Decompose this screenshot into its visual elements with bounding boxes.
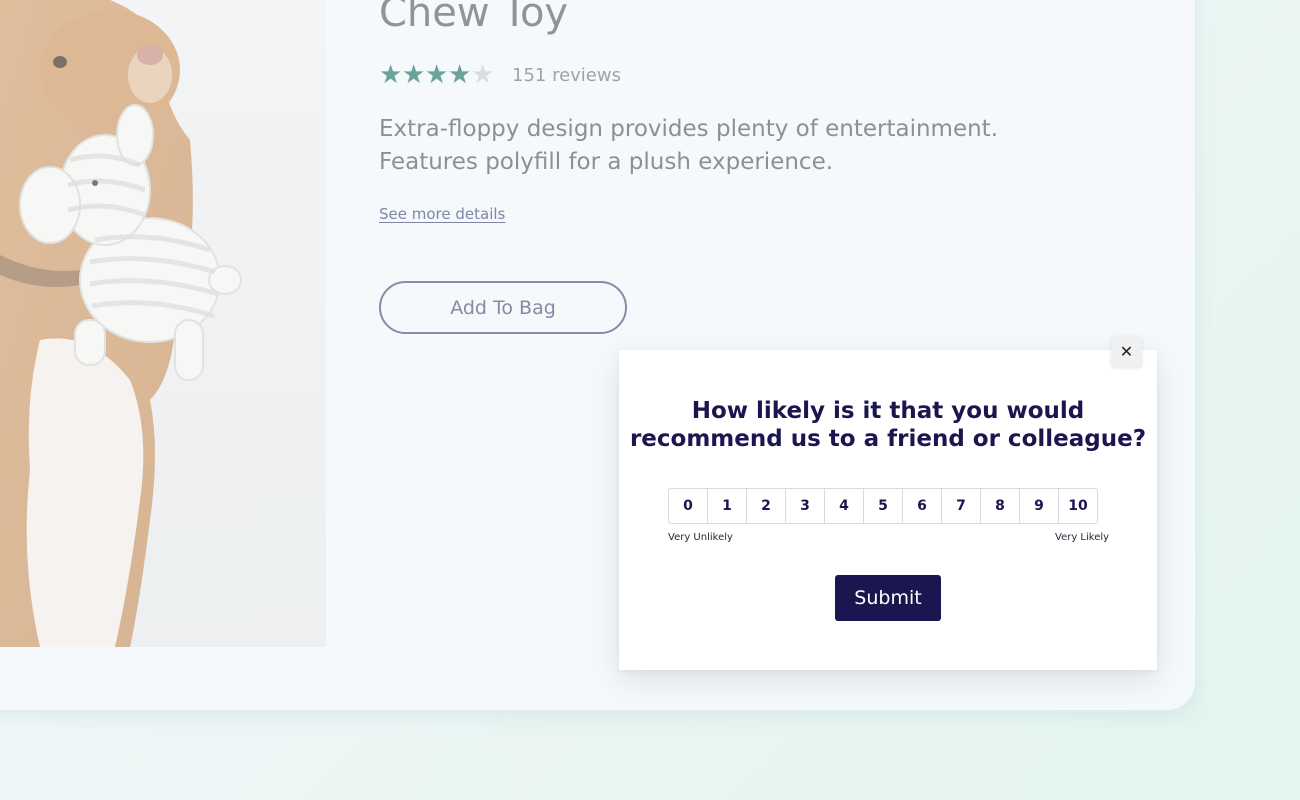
nps-option-5[interactable]: 5 xyxy=(863,488,903,524)
close-survey-button[interactable]: ✕ xyxy=(1111,336,1142,367)
close-icon: ✕ xyxy=(1119,342,1134,361)
scale-high-label: Very Likely xyxy=(1055,532,1110,543)
nps-option-9[interactable]: 9 xyxy=(1019,488,1059,524)
nps-option-6[interactable]: 6 xyxy=(902,488,942,524)
product-description: Extra-floppy design provides plenty of e… xyxy=(379,116,999,175)
star-icon: ★ xyxy=(471,60,495,90)
star-icon: ★ xyxy=(379,60,403,90)
star-icon: ★ xyxy=(425,60,449,90)
dog-with-toy-image xyxy=(0,0,326,647)
product-title: Chew Toy xyxy=(379,0,569,36)
nps-option-4[interactable]: 4 xyxy=(824,488,864,524)
nps-option-3[interactable]: 3 xyxy=(785,488,825,524)
star-icon: ★ xyxy=(402,60,426,90)
reviews-count[interactable]: 151 reviews xyxy=(512,65,621,86)
nps-option-0[interactable]: 0 xyxy=(668,488,708,524)
scale-low-label: Very Unlikely xyxy=(668,532,733,543)
survey-question: How likely is it that you would recommen… xyxy=(629,398,1147,452)
nps-scale: 0 1 2 3 4 5 6 7 8 9 10 xyxy=(668,488,1098,524)
nps-option-1[interactable]: 1 xyxy=(707,488,747,524)
submit-button[interactable]: Submit xyxy=(835,575,941,621)
star-icon: ★ xyxy=(448,60,472,90)
nps-option-2[interactable]: 2 xyxy=(746,488,786,524)
nps-survey-dialog: How likely is it that you would recommen… xyxy=(619,350,1157,670)
nps-option-7[interactable]: 7 xyxy=(941,488,981,524)
rating: ★ ★ ★ ★ ★ 151 reviews xyxy=(379,62,621,88)
add-to-bag-button[interactable]: Add To Bag xyxy=(379,281,627,334)
nps-option-10[interactable]: 10 xyxy=(1058,488,1098,524)
see-more-details-link[interactable]: See more details xyxy=(379,205,505,223)
product-photo xyxy=(0,0,326,647)
nps-option-8[interactable]: 8 xyxy=(980,488,1020,524)
